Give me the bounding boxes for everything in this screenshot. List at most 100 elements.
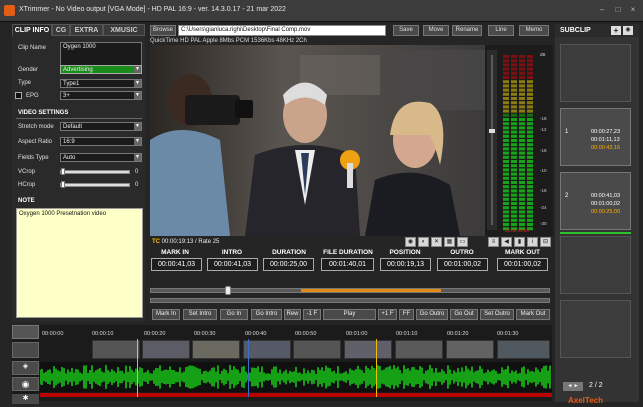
meter-segment	[519, 109, 525, 113]
meter-segment	[527, 113, 533, 117]
meter-label: -18	[540, 148, 547, 153]
note-textarea[interactable]: Oxygen 1000 Presetnation video	[16, 208, 143, 318]
tab-cg[interactable]: CG	[52, 24, 70, 36]
video-track-icon[interactable]	[12, 342, 39, 358]
close-icon[interactable]: ×	[628, 5, 638, 15]
mark-out-header: MARK OUT	[504, 249, 541, 256]
type-select[interactable]: Type1 ▼	[60, 79, 142, 88]
mark-out-marker[interactable]	[376, 339, 377, 397]
camera-icon[interactable]: ◉	[405, 237, 416, 247]
go-outro-button[interactable]: Go Outro	[416, 309, 448, 320]
position-timecode[interactable]: 00:00:19,13	[380, 258, 431, 271]
meter-segment	[511, 172, 517, 176]
tab-xmusic[interactable]: XMUSIC	[103, 24, 145, 36]
hcrop-slider[interactable]	[60, 183, 130, 187]
save-button[interactable]: Save	[393, 25, 419, 36]
subclip-slot[interactable]	[560, 44, 631, 102]
meter-segment	[527, 118, 533, 121]
go-out-button[interactable]: Go Out	[450, 309, 478, 320]
gear-icon[interactable]: ✱	[12, 394, 39, 404]
meter-segment	[503, 214, 509, 218]
meter-segment	[519, 71, 525, 75]
tab-extra[interactable]: EXTRA	[70, 24, 103, 36]
note-title: NOTE	[18, 198, 35, 204]
subclip-slot[interactable]	[560, 300, 631, 358]
export-icon[interactable]: ⊟	[540, 237, 551, 247]
memo-button[interactable]: Memo	[519, 25, 549, 36]
window-title: XTrimmer - No Video output [VGA Mode] - …	[19, 6, 286, 13]
monitor-icon[interactable]: ▭	[457, 237, 468, 247]
rew-button[interactable]: Rew	[284, 309, 301, 320]
meter-segment	[527, 189, 533, 193]
zoom-scrub-bar[interactable]	[150, 298, 550, 303]
audio-settings-icon[interactable]: ≡	[488, 237, 499, 247]
audio-marker-bar	[40, 393, 552, 397]
info-icon[interactable]: i	[527, 237, 538, 247]
subclip-nav-arrows[interactable]: ◄ ►	[563, 382, 583, 391]
chevron-down-icon: ▼	[134, 66, 141, 73]
meter-segment	[511, 101, 517, 105]
hcrop-slider-handle[interactable]	[61, 181, 65, 188]
minimize-icon[interactable]: –	[597, 5, 607, 15]
meter-segment	[511, 223, 517, 226]
contrast-icon[interactable]: ◐	[418, 237, 429, 247]
mark-in-marker[interactable]	[137, 339, 138, 397]
minus-one-frame-button[interactable]: -1 F	[303, 309, 321, 320]
subclip-item-2[interactable]: 2 00:00:41,03 00:01:00,02 00:00:25,00	[560, 172, 631, 230]
epg-select[interactable]: 3+ ▼	[60, 91, 142, 100]
ff-button[interactable]: FF	[399, 309, 414, 320]
play-button[interactable]: Play	[323, 309, 376, 320]
epg-checkbox[interactable]	[15, 92, 22, 99]
meter-label: -12	[540, 127, 547, 132]
meter-segment	[511, 92, 517, 96]
rename-button[interactable]: Rename	[452, 25, 482, 36]
fields-type-select[interactable]: Auto ▼	[60, 153, 142, 162]
grid-icon[interactable]: ▦	[444, 237, 455, 247]
mark-out-button[interactable]: Mark Out	[516, 309, 550, 320]
meter-segment	[519, 206, 525, 210]
delete-icon[interactable]: ✕	[431, 237, 442, 247]
file-duration-header: FILE DURATION	[323, 249, 373, 256]
eye-icon[interactable]: ◉	[12, 377, 39, 391]
position-scrub-handle[interactable]	[225, 286, 231, 295]
camera-icon[interactable]: ◉	[623, 26, 633, 35]
line-button[interactable]: Line	[488, 25, 514, 36]
file-path-input[interactable]: C:\Users\gianluca.righi\Desktop\Final Co…	[178, 25, 386, 36]
gender-select[interactable]: Advertising ▼	[60, 65, 142, 74]
duration-timecode[interactable]: 00:00:25,00	[263, 258, 314, 271]
mark-in-button[interactable]: Mark In	[152, 309, 180, 320]
meter-label: -18	[540, 116, 547, 121]
meter-segment	[519, 168, 525, 172]
go-in-button[interactable]: Go In	[220, 309, 248, 320]
subclip-slot[interactable]	[560, 236, 631, 294]
mark-out-timecode[interactable]: 00:01:00,02	[497, 258, 548, 271]
meter-segment	[527, 101, 533, 105]
meter-segment	[519, 63, 525, 67]
meter-segment	[527, 55, 533, 58]
plus-one-frame-button[interactable]: +1 F	[378, 309, 397, 320]
add-icon[interactable]: +	[611, 26, 621, 35]
vcrop-slider-handle[interactable]	[61, 168, 65, 175]
file-duration-timecode[interactable]: 00:01:40,01	[321, 258, 374, 271]
maximize-icon[interactable]: □	[613, 5, 623, 15]
set-outro-button[interactable]: Set Outro	[480, 309, 514, 320]
clip-name-field[interactable]: Oygen 1000	[60, 42, 142, 66]
set-intro-button[interactable]: Set Intro	[183, 309, 217, 320]
intro-timecode[interactable]: 00:00:41,03	[207, 258, 258, 271]
audio-level-icon[interactable]: ▮	[514, 237, 525, 247]
tab-clip-info[interactable]: CLIP INFO	[12, 24, 52, 36]
audio-track-icon[interactable]: ◈	[12, 361, 39, 375]
timeline-zoom-icon[interactable]	[12, 325, 39, 339]
speaker-icon[interactable]: ◀	[501, 237, 512, 247]
browse-button[interactable]: Browse	[150, 25, 176, 36]
stretch-mode-select[interactable]: Default ▼	[60, 122, 142, 131]
go-intro-button[interactable]: Go Intro	[251, 309, 282, 320]
outro-timecode[interactable]: 00:01:00,02	[437, 258, 488, 271]
vcrop-slider[interactable]	[60, 170, 130, 174]
mark-in-timecode[interactable]: 00:00:41,03	[151, 258, 202, 271]
playhead-marker[interactable]	[248, 339, 249, 397]
move-button[interactable]: Move	[423, 25, 449, 36]
position-scrub-bar[interactable]	[150, 288, 550, 293]
aspect-ratio-select[interactable]: 16:9 ▼	[60, 137, 142, 146]
subclip-item-1[interactable]: 1 00:00:27,23 00:01:11,13 00:00:43,16	[560, 108, 631, 166]
